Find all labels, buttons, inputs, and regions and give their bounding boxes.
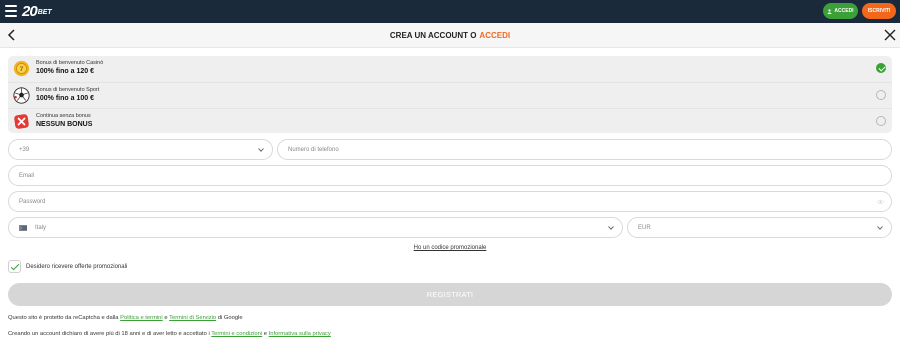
email-placeholder: Email xyxy=(19,172,35,179)
login-button[interactable]: ACCEDI xyxy=(823,3,858,19)
logo-suffix: BET xyxy=(37,9,52,16)
country-select[interactable]: Italy xyxy=(8,217,623,238)
bonus-subtitle: Bonus di benvenuto Sport xyxy=(36,87,100,93)
page-title-text: CREA UN ACCOUNT O xyxy=(389,31,477,40)
top-navbar: 20BET ACCEDI ISCRIVITI xyxy=(0,0,900,23)
page-title: CREA UN ACCOUNT O ACCEDI xyxy=(0,31,900,40)
close-icon[interactable] xyxy=(884,29,896,41)
register-submit-button[interactable]: REGISTRATI xyxy=(8,283,892,306)
phone-placeholder: Numero di telefono xyxy=(288,146,339,153)
offers-checkbox-label: Desidero ricevere offerte promozionali xyxy=(26,264,128,270)
promo-code-link[interactable]: Ho un codice promozionale xyxy=(0,245,900,251)
logo-number: 20 xyxy=(22,3,38,20)
bonus-selector: 7 Bonus di benvenuto Casinò 100% fino a … xyxy=(8,56,892,133)
bonus-title: 100% fino a 100 € xyxy=(36,95,94,102)
legal-text: di Google xyxy=(217,315,243,321)
bonus-radio[interactable] xyxy=(876,90,886,100)
casino-chip-icon: 7 xyxy=(13,60,30,77)
privacy-link[interactable]: Informativa sulla privacy xyxy=(269,331,331,337)
flag-icon xyxy=(19,224,27,231)
password-input[interactable]: Password xyxy=(8,191,892,212)
bonus-title: 100% fino a 120 € xyxy=(36,68,94,75)
bonus-radio[interactable] xyxy=(876,116,886,126)
chevron-down-icon xyxy=(608,226,614,230)
bonus-option-sport[interactable]: Bonus di benvenuto Sport 100% fino a 100… xyxy=(8,82,892,107)
legal-text: e xyxy=(263,331,268,337)
chevron-down-icon xyxy=(877,226,883,230)
google-terms-link[interactable]: Termini di Servizio xyxy=(169,315,216,321)
offers-checkbox[interactable] xyxy=(8,260,21,273)
no-bonus-icon xyxy=(14,114,29,129)
legal-text: Creando un account dichiaro di avere più… xyxy=(8,331,210,337)
bonus-option-none[interactable]: Continua senza bonus NESSUN BONUS xyxy=(8,108,892,133)
country-value: Italy xyxy=(35,224,47,231)
chevron-down-icon xyxy=(258,148,264,152)
user-icon xyxy=(827,8,832,14)
legal-text: e xyxy=(164,315,168,321)
register-button[interactable]: ISCRIVITI xyxy=(862,3,896,19)
password-placeholder: Password xyxy=(19,198,46,205)
login-button-label: ACCEDI xyxy=(834,8,854,14)
register-button-label: ISCRIVITI xyxy=(867,8,891,14)
registration-header: CREA UN ACCOUNT O ACCEDI xyxy=(0,23,900,48)
brand-logo[interactable]: 20BET xyxy=(22,3,52,20)
legal-text: Questo sito è protetto da reCaptcha e da… xyxy=(8,315,119,321)
bonus-option-casino[interactable]: 7 Bonus di benvenuto Casinò 100% fino a … xyxy=(8,56,892,81)
email-input[interactable]: Email xyxy=(8,165,892,186)
terms-link[interactable]: Termini e condizioni xyxy=(211,331,262,337)
bonus-subtitle: Bonus di benvenuto Casinò xyxy=(36,60,104,66)
bonus-subtitle: Continua senza bonus xyxy=(36,113,91,119)
bonus-title: NESSUN BONUS xyxy=(36,121,93,128)
eye-icon[interactable] xyxy=(877,199,884,205)
phone-prefix-select[interactable]: +39 xyxy=(8,139,273,160)
login-link[interactable]: ACCEDI xyxy=(479,31,510,40)
bonus-radio-selected[interactable] xyxy=(876,63,886,73)
currency-select[interactable]: EUR xyxy=(627,217,892,238)
register-submit-label: REGISTRATI xyxy=(426,290,474,299)
age-consent-notice: Creando un account dichiaro di avere più… xyxy=(8,331,331,337)
svg-text:7: 7 xyxy=(20,66,24,73)
google-policy-link[interactable]: Politica e termini xyxy=(120,315,163,321)
recaptcha-notice: Questo sito è protetto da reCaptcha e da… xyxy=(8,315,243,321)
football-icon xyxy=(13,87,30,104)
phone-input[interactable]: Numero di telefono xyxy=(277,139,892,160)
phone-prefix-value: +39 xyxy=(19,146,30,153)
menu-icon[interactable] xyxy=(5,5,17,17)
currency-value: EUR xyxy=(638,224,651,231)
